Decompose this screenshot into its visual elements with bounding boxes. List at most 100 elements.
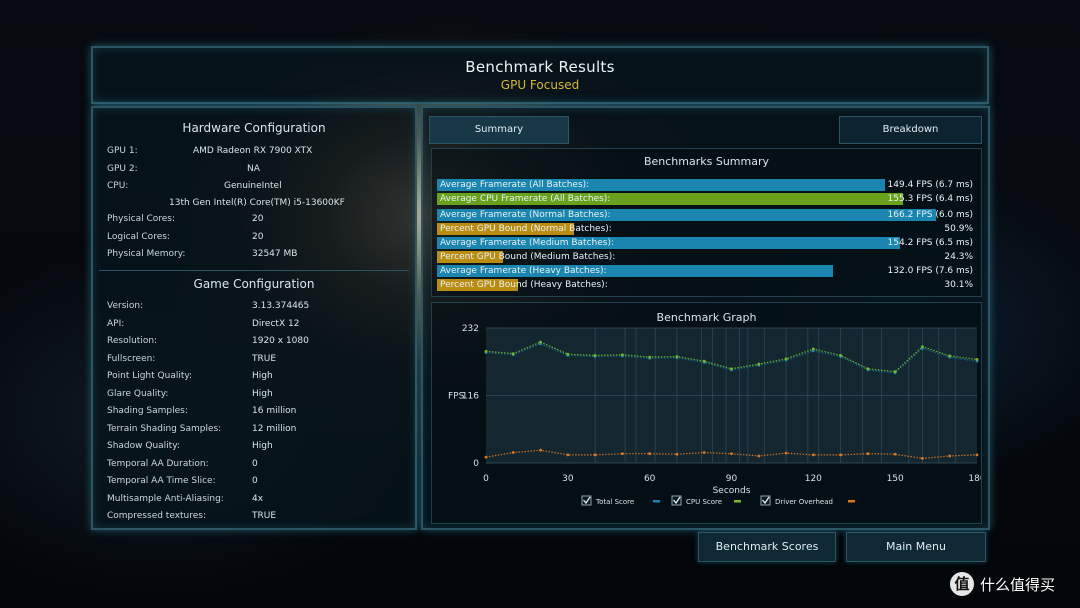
tab-breakdown[interactable]: Breakdown — [839, 116, 982, 144]
hardware-label: Logical Cores: — [107, 232, 170, 242]
data-point — [730, 452, 733, 456]
summary-bar-value: 132.0 FPS (7.6 ms) — [887, 266, 973, 276]
x-tick-label: 30 — [562, 474, 574, 484]
benchmark-scores-button[interactable]: Benchmark Scores — [698, 532, 836, 562]
summary-bar-label: Average CPU Framerate (All Batches): — [440, 194, 611, 204]
x-tick-label: 150 — [887, 474, 904, 484]
game-config-value: TRUE — [252, 353, 277, 364]
hardware-value: AMD Radeon RX 7900 XTX — [193, 146, 313, 156]
summary-bar-value: 30.1% — [944, 280, 973, 290]
x-tick-label: 120 — [805, 474, 822, 484]
y-tick-label: 232 — [462, 324, 479, 334]
game-config-label: Point Light Quality: — [107, 371, 193, 381]
tab-summary[interactable]: Summary — [429, 116, 569, 144]
game-config-heading: Game Configuration — [193, 277, 315, 291]
x-tick-label: 0 — [483, 474, 489, 484]
y-tick-label: 116 — [462, 392, 479, 402]
summary-bar-label: Average Framerate (Normal Batches): — [440, 210, 611, 220]
summary-bar-value: 166.2 FPS (6.0 ms) — [887, 210, 973, 220]
data-point — [757, 454, 761, 458]
data-point — [620, 353, 624, 357]
game-config-label: API: — [107, 318, 125, 329]
game-config-label: Temporal AA Time Slice: — [107, 476, 216, 486]
legend-label: Driver Overhead — [775, 498, 833, 506]
legend-swatch — [653, 500, 660, 503]
hardware-row-logical-cores: Logical Cores: 20 — [107, 232, 407, 244]
data-point — [866, 367, 870, 371]
hardware-label: GPU 2: — [107, 164, 138, 174]
summary-bar-value: 50.9% — [944, 224, 973, 234]
data-point — [839, 353, 843, 357]
data-point — [757, 362, 761, 366]
data-point — [702, 359, 706, 363]
data-point — [866, 452, 870, 456]
main-menu-button[interactable]: Main Menu — [846, 532, 986, 562]
hardware-row-cpu: CPU: GenuineIntel — [107, 181, 407, 193]
y-tick-label: 0 — [473, 459, 479, 469]
summary-bar-label: Average Framerate (Medium Batches): — [440, 238, 615, 248]
data-point — [921, 456, 924, 460]
summary-bar-label: Percent GPU Bound (Heavy Batches): — [440, 280, 608, 290]
summary-bar-label: Average Framerate (Heavy Batches): — [440, 266, 607, 276]
summary-bar-value: 155.3 FPS (6.4 ms) — [887, 194, 973, 204]
summary-bar-row: Percent GPU Bound (Heavy Batches): 30.1% — [437, 279, 977, 291]
game-config-row: Terrain Shading Samples: 12 million — [107, 424, 407, 436]
data-point — [811, 347, 815, 351]
game-config-value: 4x — [252, 493, 264, 504]
game-config-row: Glare Quality: High — [107, 389, 407, 401]
data-point — [539, 340, 542, 344]
data-point — [675, 452, 679, 456]
data-point — [784, 451, 788, 455]
data-point — [811, 453, 815, 457]
data-point — [484, 349, 488, 353]
data-point — [648, 355, 652, 359]
game-config-row: Version: 3.13.374465 — [107, 301, 407, 313]
legend-label: Total Score — [595, 498, 634, 506]
data-point — [484, 455, 488, 459]
data-point — [566, 352, 570, 356]
data-point — [948, 354, 952, 358]
x-tick-label: 180 — [968, 474, 981, 484]
summary-bar-row: Average Framerate (Medium Batches): 154.2… — [437, 237, 977, 249]
hardware-row-physical-memory: Physical Memory: 32547 MB — [107, 249, 407, 261]
summary-bar-value: 24.3% — [944, 252, 973, 262]
page-title: Benchmark Results — [465, 58, 615, 76]
hardware-label: Physical Cores: — [107, 214, 176, 224]
data-point — [675, 355, 679, 358]
results-panel: Summary Breakdown Benchmarks Summary Ave… — [421, 106, 990, 530]
page-subtitle: GPU Focused — [500, 78, 580, 92]
data-point — [921, 345, 924, 349]
summary-bar-value: 154.2 FPS (6.5 ms) — [887, 238, 973, 248]
game-config-row: API: DirectX 12 — [107, 319, 407, 331]
game-config-value: DirectX 12 — [252, 318, 300, 329]
x-tick-label: 60 — [644, 474, 656, 484]
game-config-value: TRUE — [252, 511, 277, 521]
hardware-value: 13th Gen Intel(R) Core(TM) i5-13600KF — [169, 198, 345, 208]
data-point — [620, 452, 624, 456]
game-config-value: 1920 x 1080 — [252, 336, 309, 346]
data-point — [784, 357, 788, 361]
summary-bar-label: Percent GPU Bound (Medium Batches): — [440, 252, 616, 262]
game-config-value: 0 — [252, 458, 258, 469]
game-config-row: Compressed textures: TRUE — [107, 511, 407, 523]
hardware-row-physical-cores: Physical Cores: 20 — [107, 214, 407, 226]
data-point — [839, 453, 843, 457]
summary-bar-row: Percent GPU Bound (Medium Batches): 24.3% — [437, 251, 977, 263]
game-config-label: Shadow Quality: — [107, 441, 180, 451]
game-config-row: Temporal AA Duration: 0 — [107, 459, 407, 471]
hardware-row-gpu1: GPU 1: AMD Radeon RX 7900 XTX — [107, 146, 407, 158]
data-point — [975, 453, 979, 457]
summary-bar-row: Average CPU Framerate (All Batches): 155.… — [437, 193, 977, 205]
game-config-value: High — [252, 388, 273, 399]
benchmarks-summary-heading: Benchmarks Summary — [643, 155, 770, 168]
hardware-label: GPU 1: — [107, 146, 138, 156]
summary-bar-row: Average Framerate (Heavy Batches): 132.0 … — [437, 265, 977, 277]
hardware-label: CPU: — [107, 181, 129, 191]
game-config-row: Shading Samples: 16 million — [107, 406, 407, 418]
game-config-row: Multisample Anti-Aliasing: 4x — [107, 494, 407, 506]
game-config-row: Point Light Quality: High — [107, 371, 407, 383]
data-point — [511, 352, 515, 356]
data-point — [948, 454, 952, 458]
brand-text: 什么值得买 — [980, 576, 1056, 594]
hardware-value: 20 — [252, 232, 264, 242]
